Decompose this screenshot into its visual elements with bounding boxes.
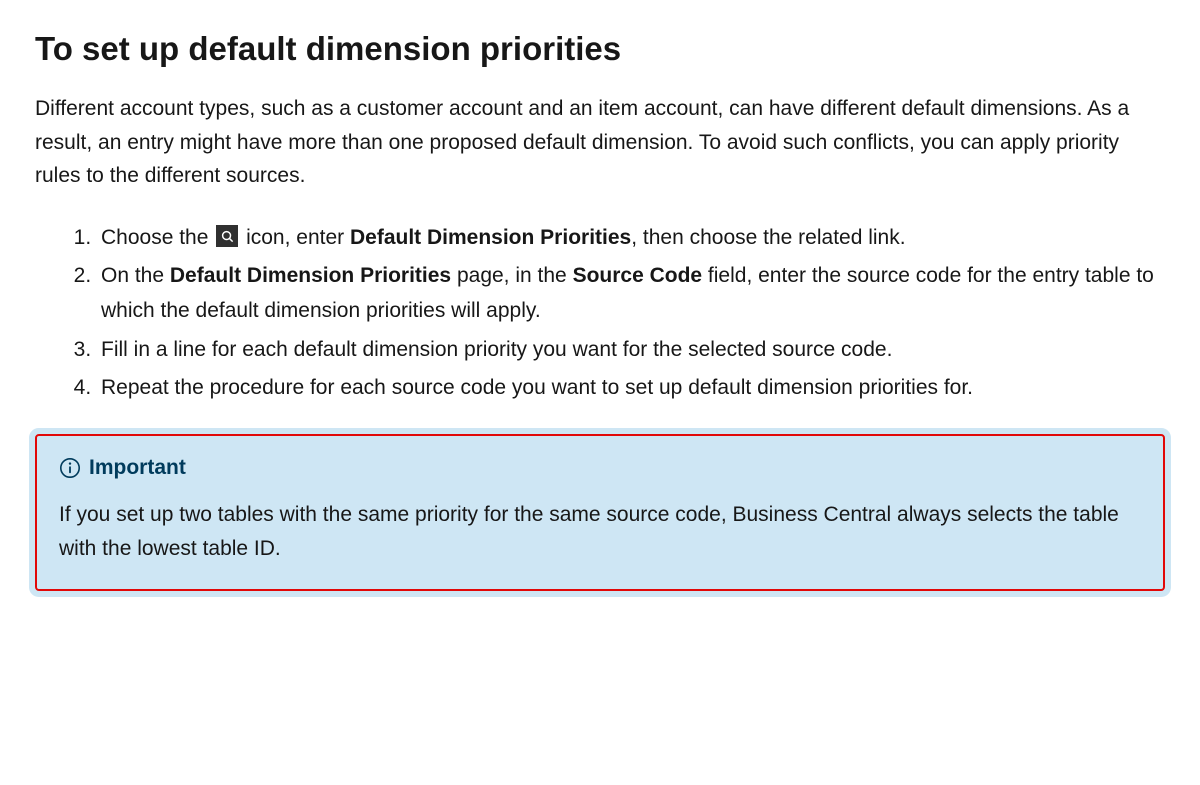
steps-list: Choose the icon, enter Default Dimension… xyxy=(35,221,1165,406)
step-2-bold2: Source Code xyxy=(573,264,703,287)
alert-title: Important xyxy=(89,456,186,480)
step-2-pre: On the xyxy=(101,264,170,287)
step-2: On the Default Dimension Priorities page… xyxy=(97,259,1165,328)
info-icon xyxy=(59,457,81,479)
step-1-text-post-icon: icon, enter xyxy=(240,226,350,249)
step-4: Repeat the procedure for each source cod… xyxy=(97,371,1165,406)
step-1: Choose the icon, enter Default Dimension… xyxy=(97,221,1165,256)
intro-paragraph: Different account types, such as a custo… xyxy=(35,92,1165,193)
step-1-bold: Default Dimension Priorities xyxy=(350,226,631,249)
step-2-bold1: Default Dimension Priorities xyxy=(170,264,451,287)
step-1-tail: , then choose the related link. xyxy=(631,226,905,249)
search-icon xyxy=(216,225,238,247)
alert-header: Important xyxy=(59,456,1141,480)
step-3: Fill in a line for each default dimensio… xyxy=(97,333,1165,368)
important-alert: Important If you set up two tables with … xyxy=(35,434,1165,591)
alert-body: If you set up two tables with the same p… xyxy=(59,498,1141,565)
page-heading: To set up default dimension priorities xyxy=(35,30,1165,68)
step-2-mid: page, in the xyxy=(451,264,572,287)
step-1-text-pre: Choose the xyxy=(101,226,214,249)
